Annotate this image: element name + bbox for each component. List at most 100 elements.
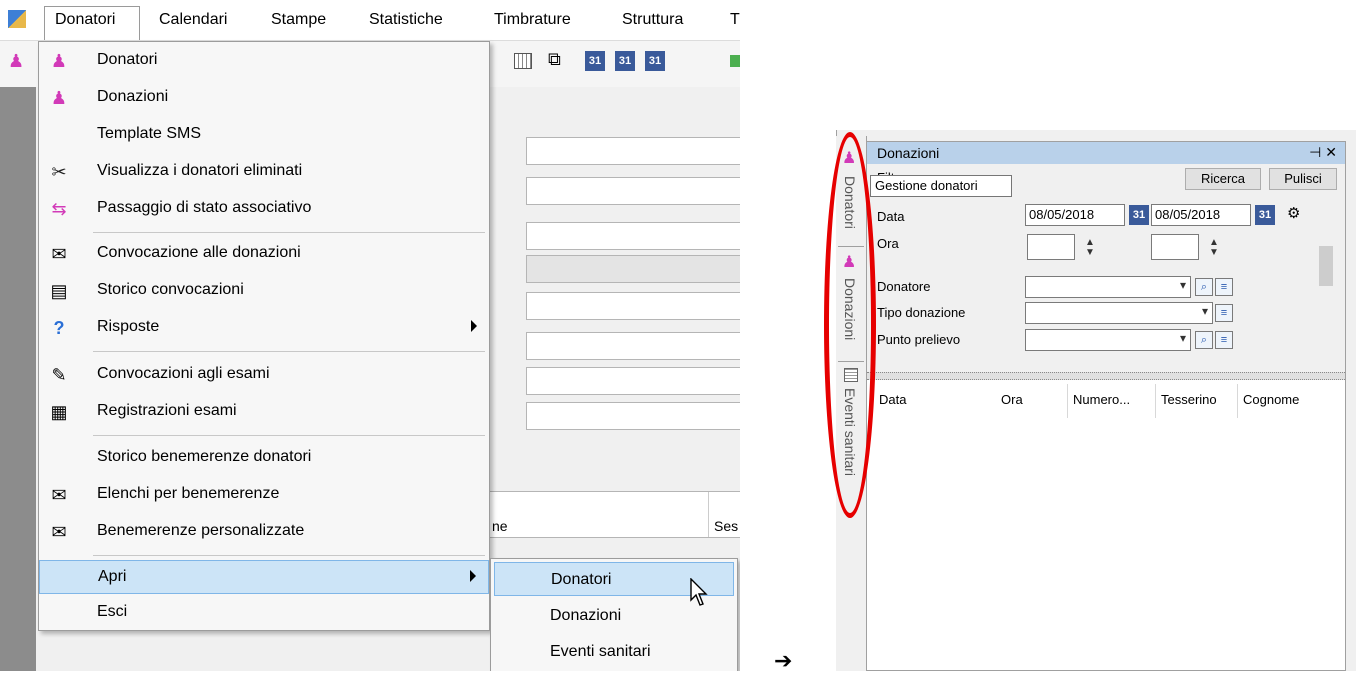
history-icon: ▤ [50, 281, 68, 301]
toolbar-donor-icon[interactable]: ♟ [8, 51, 24, 72]
detail-icon[interactable]: ≡ [1215, 331, 1233, 349]
bg-field-6 [526, 332, 740, 360]
toolbar-calendar-icon-3[interactable]: 31 [645, 51, 665, 71]
toolbar-green-icon[interactable] [730, 55, 740, 67]
bg-column-partial-1: ne [492, 518, 508, 534]
menu-item-registrazioni-esami[interactable]: ▦ Registrazioni esami [39, 395, 489, 429]
window-title: Donazioni [877, 145, 940, 161]
menu-calendari[interactable]: Calendari [159, 11, 227, 29]
donatore-combo[interactable]: ▾ [1025, 276, 1191, 298]
filter-scrollbar[interactable] [1317, 218, 1335, 388]
menu-item-label: Visualizza i donatori eliminati [97, 162, 303, 179]
bg-field-8 [526, 402, 740, 430]
ora-to-spinner[interactable] [1151, 234, 1199, 260]
annotation-ellipse [824, 132, 876, 518]
calendar-to-icon[interactable]: 31 [1255, 205, 1275, 225]
ora-from-spinner[interactable] [1027, 234, 1075, 260]
window-pin-close-controls[interactable]: ⊣ ✕ [1309, 144, 1337, 161]
detail-icon[interactable]: ≡ [1215, 304, 1233, 322]
calendar-from-icon[interactable]: 31 [1129, 205, 1149, 225]
data-to-input[interactable]: 08/05/2018 [1151, 204, 1251, 226]
settings-icon[interactable]: ⚙ [1287, 204, 1300, 222]
bg-field-5 [526, 292, 740, 320]
lookup-icon[interactable]: ⌕ [1195, 331, 1213, 349]
toolbar-grid-icon[interactable] [514, 53, 532, 69]
menu-item-donatori[interactable]: ♟ Donatori [39, 44, 489, 78]
bg-field-4 [526, 255, 740, 283]
scrollbar-thumb[interactable] [1319, 246, 1333, 286]
toolbar-layers-icon[interactable]: ⧉ [548, 49, 561, 70]
apri-submenu: Donatori Donazioni Eventi sanitari [490, 558, 738, 671]
spinner-arrows-icon[interactable]: ▲ ▼ [1209, 238, 1219, 258]
menu-item-label: Registrazioni esami [97, 402, 237, 419]
menu-donatori[interactable]: Donatori [55, 11, 115, 29]
bg-field-2 [526, 177, 740, 205]
panel-splitter[interactable] [867, 372, 1345, 380]
menu-item-apri[interactable]: Apri [39, 560, 489, 594]
menu-item-label: Storico benemerenze donatori [97, 448, 312, 465]
grid-header-tesserino[interactable]: Tesserino [1161, 392, 1217, 407]
grid-column-separator [1155, 384, 1156, 418]
lookup-icon[interactable]: ⌕ [1195, 278, 1213, 296]
punto-prelievo-combo[interactable]: ▾ [1025, 329, 1191, 351]
menu-item-convocazione-donazioni[interactable]: ✉ Convocazione alle donazioni [39, 237, 489, 271]
bg-column-separator [708, 492, 709, 537]
menu-item-passaggio-stato[interactable]: ⇆ Passaggio di stato associativo [39, 192, 489, 226]
menu-item-template-sms[interactable]: Template SMS [39, 118, 489, 152]
menu-item-benemerenze-personalizzate[interactable]: ✉ Benemerenze personalizzate [39, 515, 489, 549]
grid-header-cognome[interactable]: Cognome [1243, 392, 1299, 407]
data-from-input[interactable]: 08/05/2018 [1025, 204, 1125, 226]
submenu-item-eventi-sanitari[interactable]: Eventi sanitari [494, 635, 734, 669]
menu-statistiche[interactable]: Statistiche [369, 11, 443, 29]
donatori-dropdown-menu: ♟ Donatori ♟ Donazioni Template SMS ✂ Vi… [38, 41, 490, 631]
bg-field-7 [526, 367, 740, 395]
detail-icon[interactable]: ≡ [1215, 278, 1233, 296]
menu-item-label: Convocazioni agli esami [97, 365, 270, 382]
menu-item-esci[interactable]: Esci [39, 596, 489, 630]
menu-item-label: Convocazione alle donazioni [97, 244, 301, 261]
menu-separator [93, 435, 485, 436]
grid-column-separator [1237, 384, 1238, 418]
results-grid: Data Ora Numero... Tesserino Cognome [867, 380, 1345, 670]
toolbar-calendar-icon-1[interactable]: 31 [585, 51, 605, 71]
tooltip: Gestione donatori [870, 175, 1012, 197]
tipo-donazione-combo[interactable]: ▾ [1025, 302, 1213, 324]
menu-item-label: Donatori [97, 51, 158, 68]
submenu-arrow-icon [471, 320, 477, 332]
spinner-arrows-icon[interactable]: ▲ ▼ [1085, 238, 1095, 258]
punto-prelievo-label: Punto prelievo [877, 332, 961, 347]
menu-item-storico-benemerenze[interactable]: Storico benemerenze donatori [39, 441, 489, 475]
menu-item-donazioni[interactable]: ♟ Donazioni [39, 81, 489, 115]
menu-struttura[interactable]: Struttura [622, 11, 683, 29]
menu-item-donatori-eliminati[interactable]: ✂ Visualizza i donatori eliminati [39, 155, 489, 189]
bg-field-3 [526, 222, 740, 250]
grid-header-ora[interactable]: Ora [1001, 392, 1023, 407]
donatore-label: Donatore [877, 279, 931, 294]
state-change-icon: ⇆ [51, 199, 67, 219]
menu-item-label: Apri [98, 568, 127, 585]
exam-registration-icon: ▦ [50, 402, 68, 422]
donor-icon: ♟ [50, 51, 68, 71]
pulisci-button[interactable]: Pulisci [1269, 168, 1337, 190]
menu-item-convocazioni-esami[interactable]: ✎ Convocazioni agli esami [39, 358, 489, 392]
bg-column-partial-2: Ses [714, 518, 739, 534]
convocation-icon: ✉ [51, 244, 67, 264]
menu-item-risposte[interactable]: ? Risposte [39, 311, 489, 345]
main-application: Donatori Calendari Stampe Statistiche Ti… [0, 0, 740, 671]
grid-header-data[interactable]: Data [879, 392, 906, 407]
menu-item-elenchi-benemerenze[interactable]: ✉ Elenchi per benemerenze [39, 478, 489, 512]
submenu-item-label: Donatori [551, 571, 612, 588]
ricerca-button[interactable]: Ricerca [1185, 168, 1261, 190]
menu-item-label: Template SMS [97, 125, 202, 142]
grid-header-numero[interactable]: Numero... [1073, 392, 1130, 407]
menu-timbrature[interactable]: Timbrature [494, 11, 571, 29]
bg-field-1 [526, 137, 740, 165]
toolbar-calendar-icon-2[interactable]: 31 [615, 51, 635, 71]
menu-truncated[interactable]: T [730, 11, 740, 29]
donazioni-window: Donazioni ⊣ ✕ Filt Ricerca Pulisci Data … [866, 141, 1346, 671]
custom-award-icon: ✉ [51, 522, 67, 542]
menu-item-storico-convocazioni[interactable]: ▤ Storico convocazioni [39, 274, 489, 308]
menu-item-label: Storico convocazioni [97, 281, 244, 298]
menu-stampe[interactable]: Stampe [271, 11, 326, 29]
app-icon[interactable] [8, 10, 26, 28]
